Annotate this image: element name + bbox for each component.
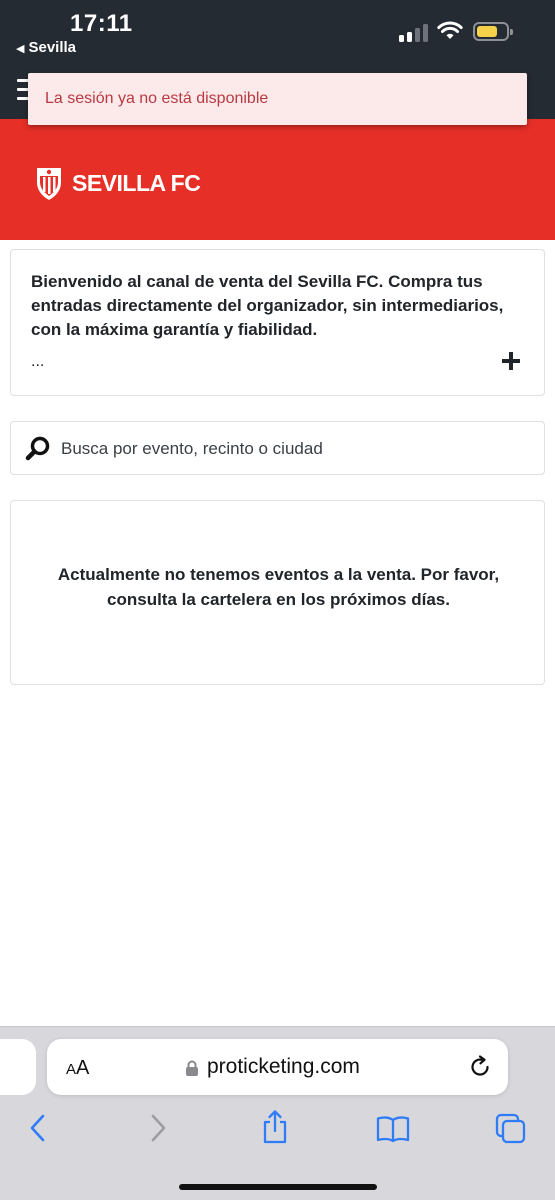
browser-bottom-bar: AA proticketing.com [0,1026,555,1200]
back-triangle-icon: ◀ [16,43,25,55]
battery-level [477,26,497,37]
bookmarks-icon[interactable] [376,1115,410,1143]
cellular-signal-icon [399,24,431,42]
welcome-card: Bienvenido al canal de venta del Sevilla… [10,249,545,396]
back-to-app-link[interactable]: ◀ Sevilla [16,39,76,56]
text-size-button[interactable]: AA [66,1057,89,1080]
lock-icon [186,1060,198,1076]
welcome-ellipsis: ... [31,353,45,370]
toast-message: La sesión ya no está disponible [45,90,269,107]
reload-icon[interactable] [468,1055,492,1079]
search-icon [25,436,50,461]
share-icon[interactable] [261,1109,289,1145]
previous-tab-preview[interactable] [0,1039,36,1095]
address-bar[interactable]: AA proticketing.com [47,1039,508,1095]
brand-name: SEVILLA FC [72,170,201,196]
home-indicator [179,1184,377,1190]
sevilla-crest-logo[interactable] [35,165,63,201]
forward-icon[interactable] [147,1112,169,1144]
empty-events-message: Actualmente no tenemos eventos a la vent… [57,565,500,609]
session-toast[interactable]: La sesión ya no está disponible [28,73,527,125]
back-app-label: Sevilla [28,39,77,56]
search-placeholder: Busca por evento, recinto o ciudad [61,439,323,458]
back-icon[interactable] [27,1112,49,1144]
wifi-icon [437,21,463,39]
battery-icon [473,22,513,41]
brand-header: SEVILLA FC [0,119,555,240]
events-empty-card: Actualmente no tenemos eventos a la vent… [10,500,545,685]
page: 17:11 ◀ Sevilla SEVILLA FC La sesión ya … [0,0,555,1200]
url-text: proticketing.com [207,1055,360,1078]
search-input[interactable]: Busca por evento, recinto o ciudad [10,421,545,475]
status-time: 17:11 [70,10,133,37]
status-bar: 17:11 ◀ Sevilla [0,0,555,73]
tabs-icon[interactable] [495,1113,527,1145]
welcome-text: Bienvenido al canal de venta del Sevilla… [31,272,504,339]
plus-icon[interactable] [501,350,523,372]
